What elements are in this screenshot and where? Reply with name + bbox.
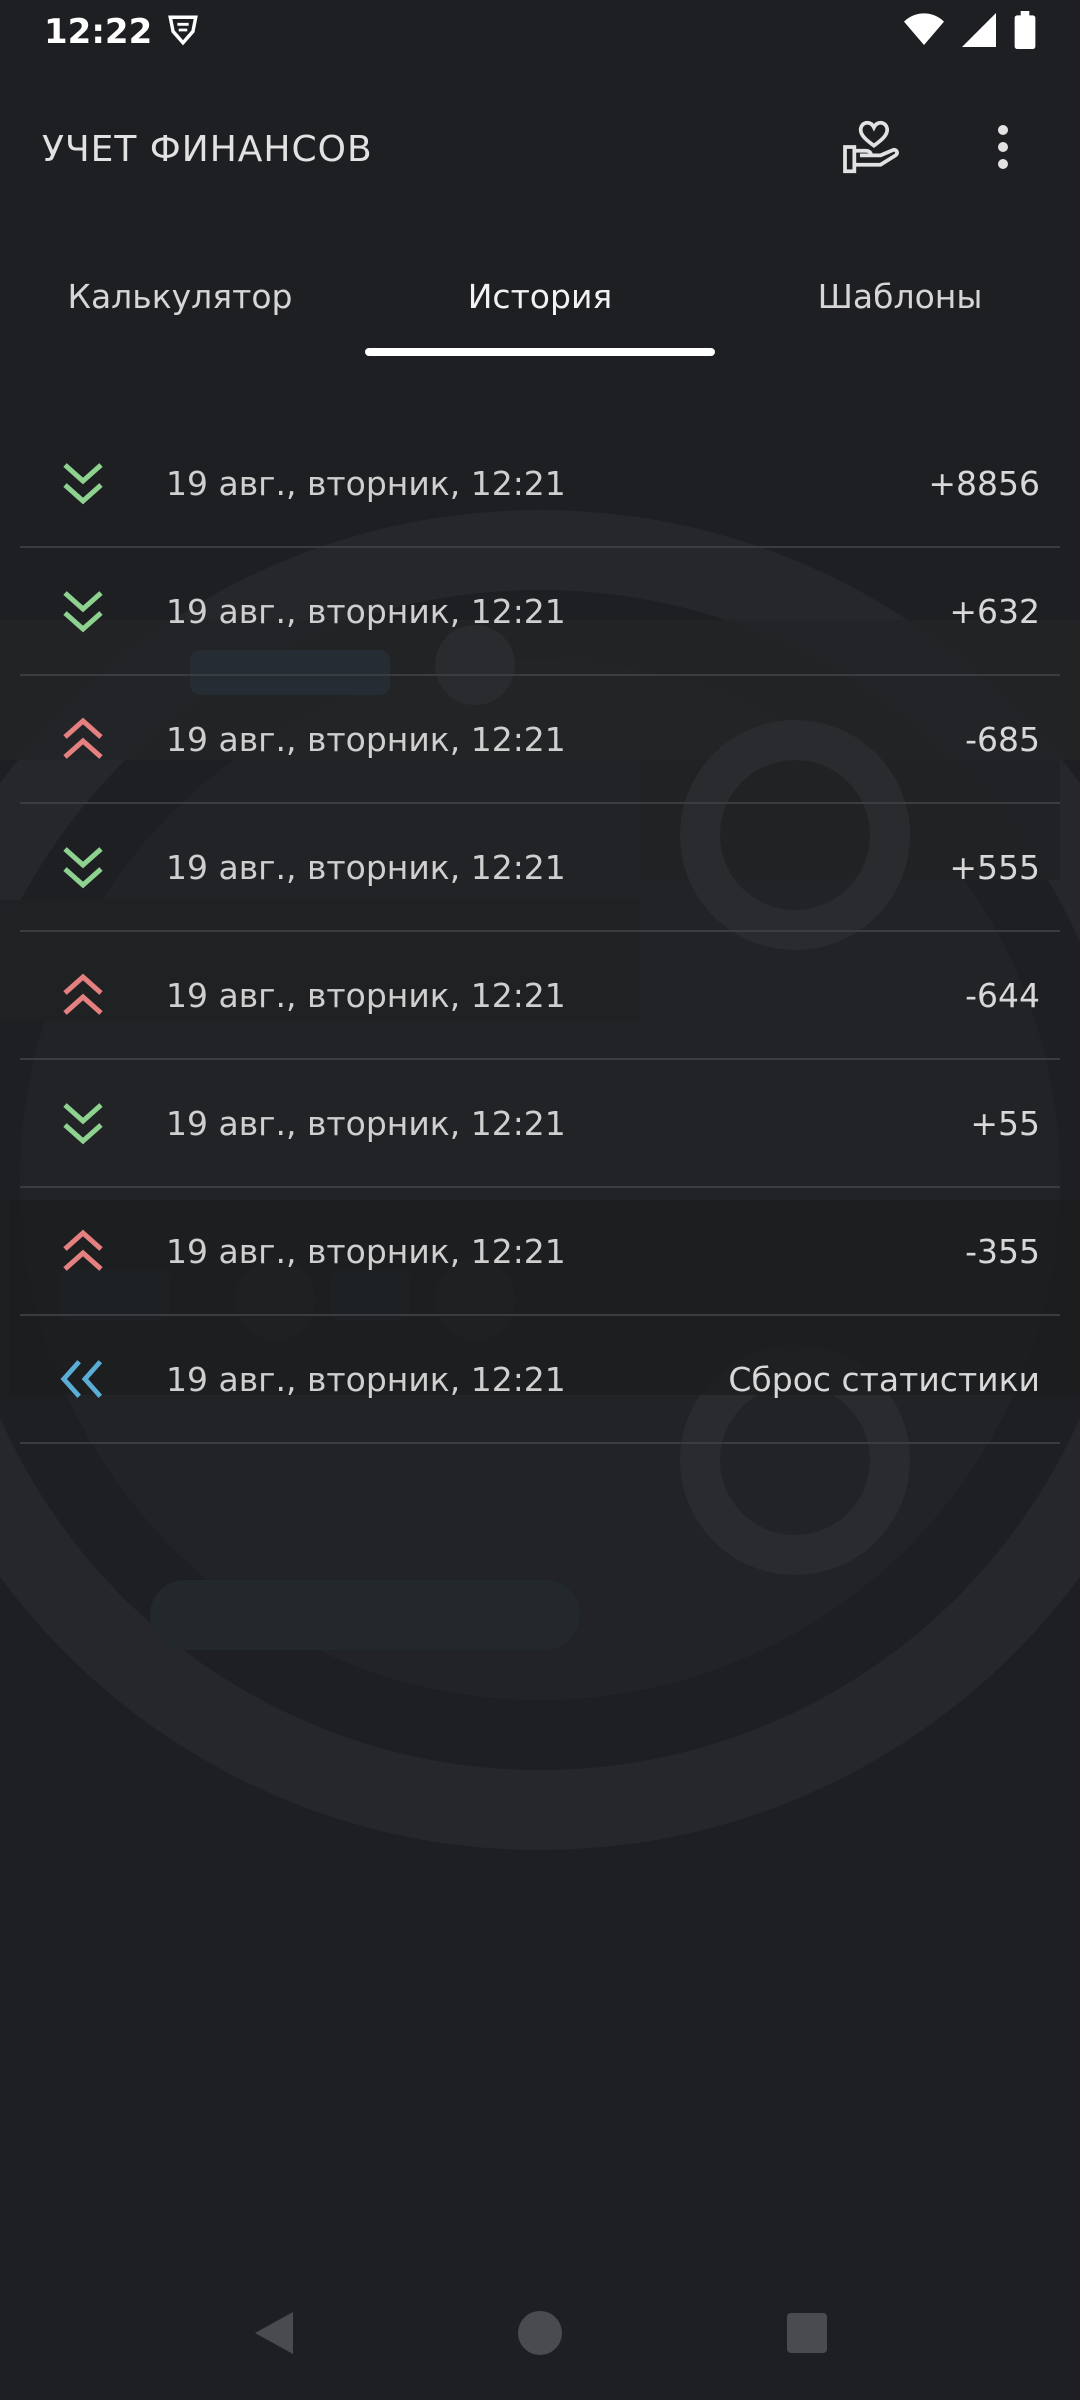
- app-bar: УЧЕТ ФИНАНСОВ: [0, 64, 1080, 234]
- back-icon: [251, 2310, 295, 2360]
- expense-chevrons-up-icon: [58, 1226, 108, 1276]
- home-icon: [517, 2310, 563, 2360]
- status-bar: 12:22: [0, 0, 1080, 64]
- list-item[interactable]: 19 авг., вторник, 12:21 Сброс статистики: [20, 1316, 1060, 1444]
- history-amount: -685: [965, 719, 1040, 759]
- history-date: 19 авг., вторник, 12:21: [166, 463, 566, 503]
- history-date: 19 авг., вторник, 12:21: [166, 847, 566, 887]
- battery-icon: [1014, 11, 1036, 53]
- list-item[interactable]: 19 авг., вторник, 12:21 -644: [20, 932, 1060, 1060]
- list-item[interactable]: 19 авг., вторник, 12:21 +55: [20, 1060, 1060, 1188]
- expense-chevrons-up-icon: [58, 970, 108, 1020]
- history-date: 19 авг., вторник, 12:21: [166, 1103, 566, 1143]
- income-chevrons-down-icon: [58, 586, 108, 636]
- vpn-shield-icon: [166, 13, 200, 51]
- tab-bar: Калькулятор История Шаблоны: [0, 234, 1080, 358]
- history-date: 19 авг., вторник, 12:21: [166, 1231, 566, 1271]
- list-item[interactable]: 19 авг., вторник, 12:21 +8856: [20, 420, 1060, 548]
- more-options-button[interactable]: [968, 114, 1038, 184]
- list-item[interactable]: 19 авг., вторник, 12:21 -355: [20, 1188, 1060, 1316]
- income-chevrons-down-icon: [58, 1098, 108, 1148]
- tab-history[interactable]: История: [360, 234, 720, 358]
- donate-button[interactable]: [838, 114, 908, 184]
- history-amount: +632: [949, 591, 1040, 631]
- status-time: 12:22: [44, 12, 153, 52]
- wifi-icon: [904, 13, 944, 51]
- reset-chevrons-left-icon: [58, 1354, 108, 1404]
- history-date: 19 авг., вторник, 12:21: [166, 719, 566, 759]
- tab-templates[interactable]: Шаблоны: [720, 234, 1080, 358]
- nav-recents-button[interactable]: [772, 2300, 842, 2370]
- list-item[interactable]: 19 авг., вторник, 12:21 +632: [20, 548, 1060, 676]
- history-amount: +55: [970, 1103, 1040, 1143]
- nav-back-button[interactable]: [238, 2300, 308, 2370]
- history-date: 19 авг., вторник, 12:21: [166, 1359, 566, 1399]
- history-date: 19 авг., вторник, 12:21: [166, 975, 566, 1015]
- recents-icon: [786, 2312, 828, 2358]
- expense-chevrons-up-icon: [58, 714, 108, 764]
- tab-calculator[interactable]: Калькулятор: [0, 234, 360, 358]
- more-vert-icon: [997, 124, 1009, 174]
- income-chevrons-down-icon: [58, 458, 108, 508]
- app-title: УЧЕТ ФИНАНСОВ: [42, 128, 373, 170]
- tab-indicator: [365, 348, 715, 356]
- income-chevrons-down-icon: [58, 842, 108, 892]
- list-item[interactable]: 19 авг., вторник, 12:21 -685: [20, 676, 1060, 804]
- history-amount: +8856: [928, 463, 1040, 503]
- nav-home-button[interactable]: [505, 2300, 575, 2370]
- donate-hand-heart-icon: [842, 119, 904, 179]
- list-item[interactable]: 19 авг., вторник, 12:21 +555: [20, 804, 1060, 932]
- history-amount: +555: [949, 847, 1040, 887]
- history-amount: -644: [965, 975, 1040, 1015]
- history-amount: -355: [965, 1231, 1040, 1271]
- signal-icon: [962, 13, 996, 51]
- history-list[interactable]: 19 авг., вторник, 12:21 +8856 19 авг., в…: [20, 420, 1060, 1444]
- history-date: 19 авг., вторник, 12:21: [166, 591, 566, 631]
- history-reset-label: Сброс статистики: [728, 1359, 1040, 1399]
- system-nav-bar: [0, 2270, 1080, 2400]
